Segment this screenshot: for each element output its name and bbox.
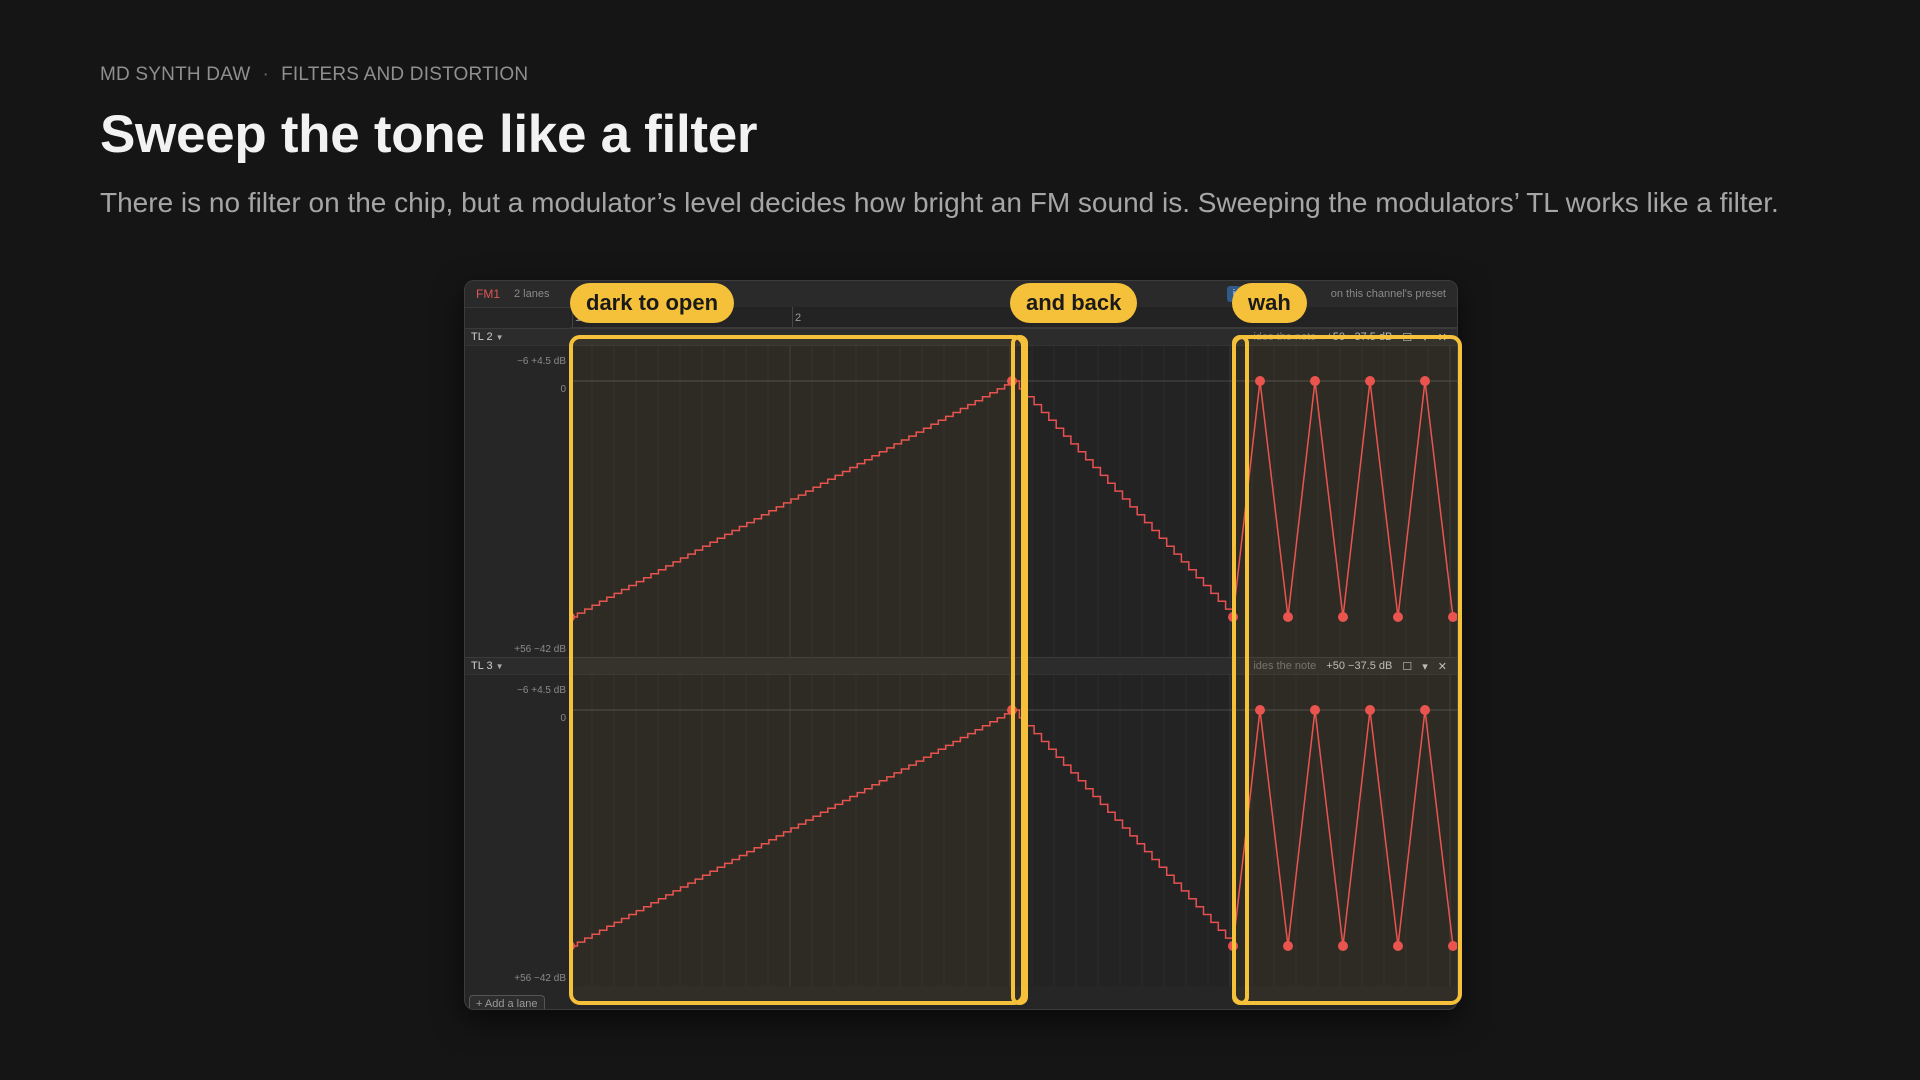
callout-box-wah [1232,335,1462,1005]
callout-label-wah: wah [1232,283,1307,323]
callout-box-dark-to-open [569,335,1025,1005]
callout-label-and-back: and back [1010,283,1138,323]
callout-label-dark-to-open: dark to open [570,283,735,323]
callout-overlay [569,335,1462,1005]
